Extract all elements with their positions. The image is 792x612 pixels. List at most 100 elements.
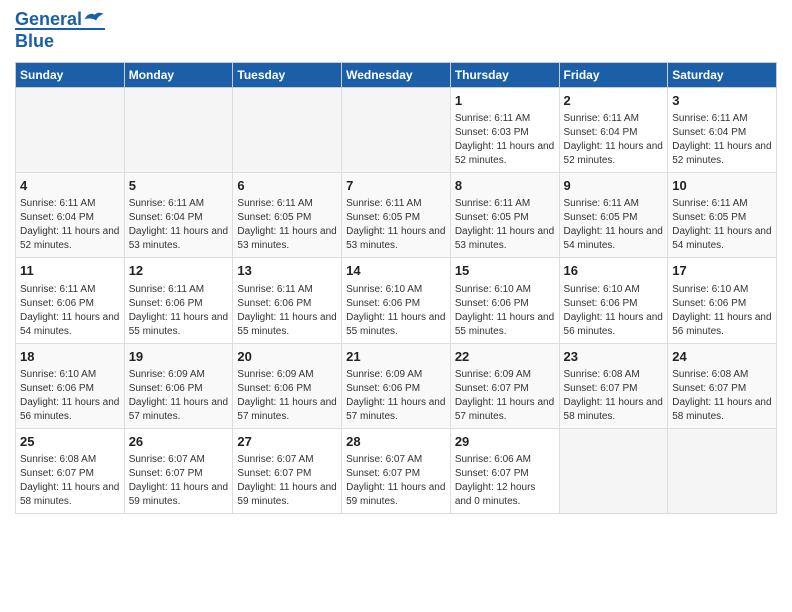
calendar-cell: 6Sunrise: 6:11 AMSunset: 6:05 PMDaylight… xyxy=(233,173,342,258)
calendar-week-5: 25Sunrise: 6:08 AMSunset: 6:07 PMDayligh… xyxy=(16,428,777,513)
day-info: Sunset: 6:05 PM xyxy=(672,211,772,225)
weekday-header-saturday: Saturday xyxy=(668,63,777,88)
calendar-cell: 11Sunrise: 6:11 AMSunset: 6:06 PMDayligh… xyxy=(16,258,125,343)
day-info: Sunset: 6:06 PM xyxy=(129,382,229,396)
day-info: Sunrise: 6:11 AM xyxy=(237,197,337,211)
day-info: Sunrise: 6:06 AM xyxy=(455,453,555,467)
day-info: Sunrise: 6:08 AM xyxy=(20,453,120,467)
day-info: Sunrise: 6:08 AM xyxy=(564,368,664,382)
day-info: Sunset: 6:06 PM xyxy=(237,297,337,311)
day-info: Daylight: 11 hours and 54 minutes. xyxy=(564,225,664,253)
calendar-week-4: 18Sunrise: 6:10 AMSunset: 6:06 PMDayligh… xyxy=(16,343,777,428)
calendar-cell: 9Sunrise: 6:11 AMSunset: 6:05 PMDaylight… xyxy=(559,173,668,258)
day-info: Sunrise: 6:10 AM xyxy=(455,283,555,297)
day-info: Sunrise: 6:09 AM xyxy=(346,368,446,382)
weekday-header-tuesday: Tuesday xyxy=(233,63,342,88)
day-info: Sunset: 6:06 PM xyxy=(455,297,555,311)
day-info: Daylight: 11 hours and 59 minutes. xyxy=(129,481,229,509)
day-info: Sunset: 6:05 PM xyxy=(564,211,664,225)
calendar-cell: 2Sunrise: 6:11 AMSunset: 6:04 PMDaylight… xyxy=(559,88,668,173)
day-info: Daylight: 11 hours and 58 minutes. xyxy=(564,396,664,424)
calendar-cell: 8Sunrise: 6:11 AMSunset: 6:05 PMDaylight… xyxy=(450,173,559,258)
day-info: Sunrise: 6:11 AM xyxy=(346,197,446,211)
day-info: Sunset: 6:07 PM xyxy=(20,467,120,481)
weekday-header-friday: Friday xyxy=(559,63,668,88)
day-number: 14 xyxy=(346,262,446,280)
day-info: Sunset: 6:04 PM xyxy=(129,211,229,225)
day-info: Daylight: 11 hours and 56 minutes. xyxy=(564,311,664,339)
calendar-cell xyxy=(342,88,451,173)
calendar-cell: 21Sunrise: 6:09 AMSunset: 6:06 PMDayligh… xyxy=(342,343,451,428)
day-number: 6 xyxy=(237,177,337,195)
day-info: Sunset: 6:04 PM xyxy=(564,126,664,140)
logo-general: General xyxy=(15,10,82,28)
day-info: Daylight: 11 hours and 54 minutes. xyxy=(672,225,772,253)
day-info: Sunset: 6:06 PM xyxy=(346,382,446,396)
day-info: Sunrise: 6:10 AM xyxy=(346,283,446,297)
calendar-cell: 13Sunrise: 6:11 AMSunset: 6:06 PMDayligh… xyxy=(233,258,342,343)
day-info: Sunrise: 6:07 AM xyxy=(346,453,446,467)
day-info: Daylight: 11 hours and 52 minutes. xyxy=(564,140,664,168)
day-info: Sunset: 6:06 PM xyxy=(564,297,664,311)
day-info: Sunset: 6:06 PM xyxy=(20,382,120,396)
day-info: Sunset: 6:06 PM xyxy=(346,297,446,311)
weekday-header-monday: Monday xyxy=(124,63,233,88)
day-number: 17 xyxy=(672,262,772,280)
day-number: 18 xyxy=(20,348,120,366)
day-info: Sunset: 6:07 PM xyxy=(455,467,555,481)
day-info: Sunrise: 6:07 AM xyxy=(129,453,229,467)
calendar-cell: 23 Sunrise: 6:08 AMSunset: 6:07 PMDayligh… xyxy=(559,343,668,428)
day-number: 16 xyxy=(564,262,664,280)
day-info: Sunset: 6:06 PM xyxy=(129,297,229,311)
weekday-header-sunday: Sunday xyxy=(16,63,125,88)
calendar-cell: 4Sunrise: 6:11 AMSunset: 6:04 PMDaylight… xyxy=(16,173,125,258)
day-info: Sunrise: 6:11 AM xyxy=(129,283,229,297)
day-info: Sunset: 6:05 PM xyxy=(346,211,446,225)
day-info: Daylight: 11 hours and 55 minutes. xyxy=(455,311,555,339)
day-number: 5 xyxy=(129,177,229,195)
day-number: 22 xyxy=(455,348,555,366)
day-number: 12 xyxy=(129,262,229,280)
day-info: Sunrise: 6:11 AM xyxy=(564,112,664,126)
day-info: Sunrise: 6:11 AM xyxy=(672,197,772,211)
calendar-cell: 14Sunrise: 6:10 AMSunset: 6:06 PMDayligh… xyxy=(342,258,451,343)
logo-blue: Blue xyxy=(15,28,105,52)
day-info: Sunset: 6:07 PM xyxy=(455,382,555,396)
day-info: Daylight: 11 hours and 53 minutes. xyxy=(455,225,555,253)
day-info: Sunrise: 6:08 AM xyxy=(672,368,772,382)
day-info: Sunset: 6:07 PM xyxy=(564,382,664,396)
day-info: Daylight: 11 hours and 55 minutes. xyxy=(129,311,229,339)
day-info: Daylight: 11 hours and 53 minutes. xyxy=(346,225,446,253)
day-info: Sunset: 6:06 PM xyxy=(20,297,120,311)
day-info: Sunset: 6:03 PM xyxy=(455,126,555,140)
calendar-cell: 5Sunrise: 6:11 AMSunset: 6:04 PMDaylight… xyxy=(124,173,233,258)
day-number: 3 xyxy=(672,92,772,110)
day-info: Sunrise: 6:10 AM xyxy=(20,368,120,382)
weekday-header-wednesday: Wednesday xyxy=(342,63,451,88)
calendar-cell xyxy=(233,88,342,173)
calendar-cell: 26Sunrise: 6:07 AMSunset: 6:07 PMDayligh… xyxy=(124,428,233,513)
day-info: Sunrise: 6:11 AM xyxy=(672,112,772,126)
day-info: Sunrise: 6:11 AM xyxy=(455,112,555,126)
calendar-cell: 17Sunrise: 6:10 AMSunset: 6:06 PMDayligh… xyxy=(668,258,777,343)
calendar-cell: 15Sunrise: 6:10 AMSunset: 6:06 PMDayligh… xyxy=(450,258,559,343)
day-number: 19 xyxy=(129,348,229,366)
weekday-header-thursday: Thursday xyxy=(450,63,559,88)
day-info: Sunrise: 6:11 AM xyxy=(20,283,120,297)
day-info: Daylight: 11 hours and 58 minutes. xyxy=(672,396,772,424)
calendar-cell: 24Sunrise: 6:08 AMSunset: 6:07 PMDayligh… xyxy=(668,343,777,428)
day-info: Daylight: 11 hours and 52 minutes. xyxy=(455,140,555,168)
day-number: 24 xyxy=(672,348,772,366)
day-info: Daylight: 11 hours and 56 minutes. xyxy=(20,396,120,424)
calendar-cell: 10Sunrise: 6:11 AMSunset: 6:05 PMDayligh… xyxy=(668,173,777,258)
calendar-cell: 27Sunrise: 6:07 AMSunset: 6:07 PMDayligh… xyxy=(233,428,342,513)
day-info: Daylight: 11 hours and 57 minutes. xyxy=(346,396,446,424)
day-info: Sunrise: 6:11 AM xyxy=(455,197,555,211)
day-info: Daylight: 11 hours and 59 minutes. xyxy=(346,481,446,509)
day-info: Sunrise: 6:11 AM xyxy=(129,197,229,211)
calendar-cell: 18 Sunrise: 6:10 AMSunset: 6:06 PMDayligh… xyxy=(16,343,125,428)
day-number: 23 xyxy=(564,348,664,366)
day-info: Sunrise: 6:10 AM xyxy=(564,283,664,297)
calendar-cell: 28Sunrise: 6:07 AMSunset: 6:07 PMDayligh… xyxy=(342,428,451,513)
calendar-week-3: 11Sunrise: 6:11 AMSunset: 6:06 PMDayligh… xyxy=(16,258,777,343)
